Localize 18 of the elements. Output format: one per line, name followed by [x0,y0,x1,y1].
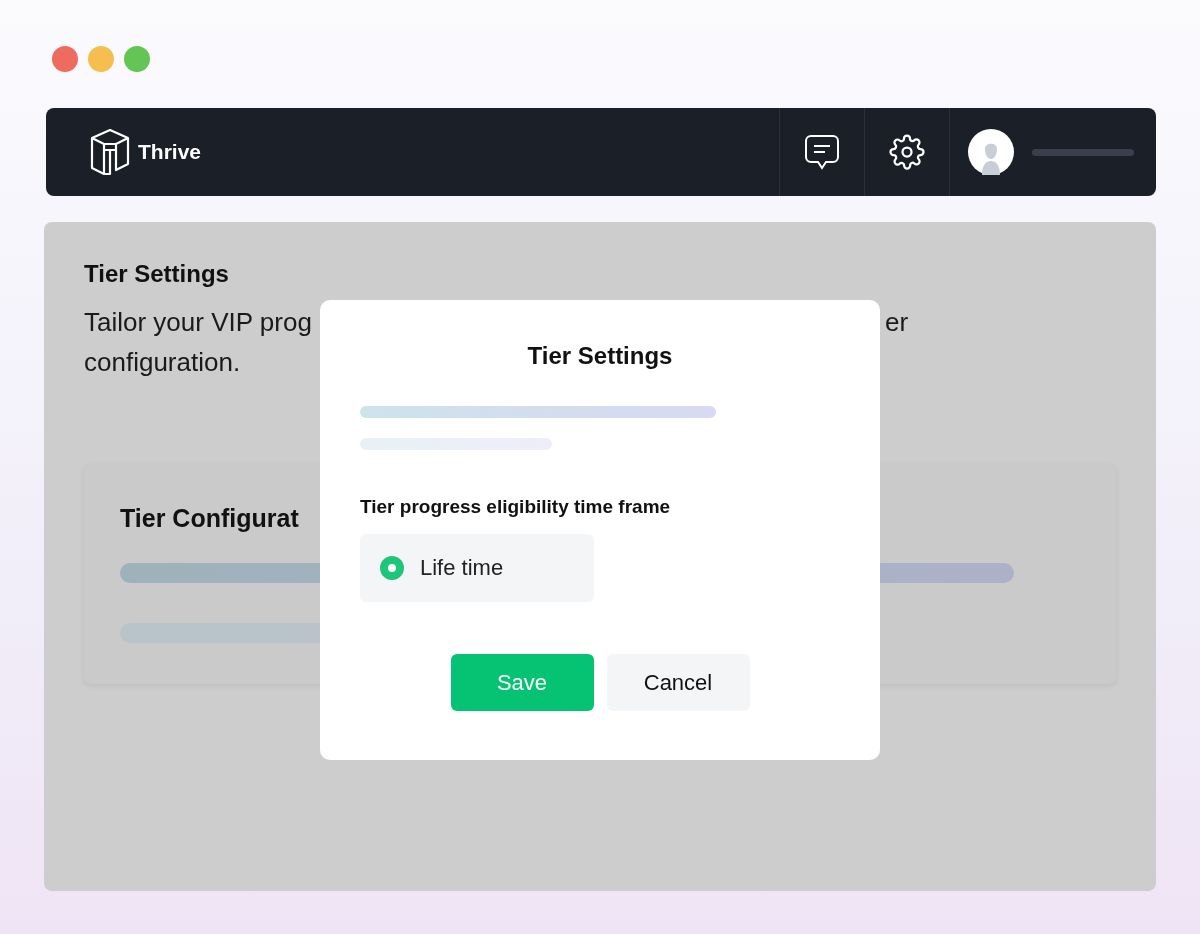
user-avatar-icon[interactable] [968,129,1014,175]
window-control-button[interactable] [88,46,114,72]
page-description: Tailor your VIP prog [84,306,313,339]
field-label: Tier progress eligibility time frame [360,496,672,518]
window-control-button[interactable] [52,46,78,72]
settings-icon[interactable] [889,134,925,170]
box-logo-icon [88,128,132,176]
radio-button[interactable] [380,556,404,580]
page-title: Tier Settings [84,260,230,288]
chat-icon[interactable] [803,133,841,171]
page-description: configuration. [84,346,241,379]
window-control-button[interactable] [124,46,150,72]
dialog-title: Tier Settings [526,342,674,370]
page-description: er [885,306,909,339]
brand-name: Thrive [138,140,202,164]
cancel-button[interactable]: Cancel [606,654,750,711]
card-title: Tier Configurat [120,504,299,533]
radio-option[interactable]: Life time [360,534,594,602]
